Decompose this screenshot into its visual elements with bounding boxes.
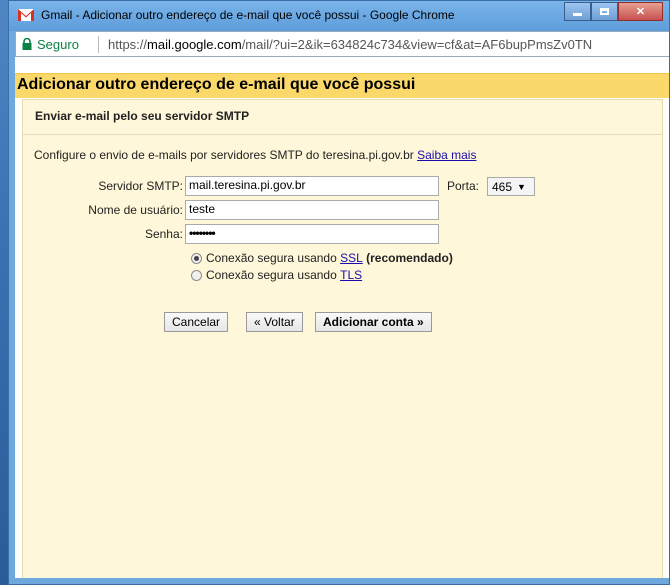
page-title: Adicionar outro endereço de e-mail que v… [17, 76, 416, 93]
ssl-link[interactable]: SSL [340, 251, 363, 265]
ssl-recommended: (recomendado) [366, 251, 453, 265]
username-label: Nome de usuário: [88, 203, 183, 217]
address-bar[interactable]: Seguro https://mail.google.com/mail/?ui=… [15, 31, 669, 57]
password-input[interactable]: •••••••• [185, 224, 439, 244]
url-text[interactable]: https://mail.google.com/mail/?ui=2&ik=63… [108, 37, 592, 52]
title-bar[interactable]: Gmail - Adicionar outro endereço de e-ma… [9, 1, 669, 31]
page-content: Adicionar outro endereço de e-mail que v… [15, 57, 669, 578]
maximize-button[interactable] [591, 2, 618, 21]
port-value: 465 [492, 179, 513, 194]
gmail-icon [18, 9, 34, 21]
dialog-header: Adicionar outro endereço de e-mail que v… [15, 73, 669, 98]
ssl-radio[interactable] [191, 252, 202, 264]
add-account-button[interactable]: Adicionar conta » [315, 312, 432, 332]
minimize-icon [573, 13, 582, 16]
chevron-down-icon: ▼ [517, 181, 526, 192]
tls-radio[interactable] [191, 269, 202, 281]
learn-more-link[interactable]: Saiba mais [417, 148, 476, 162]
username-input[interactable]: teste [185, 200, 439, 220]
minimize-button[interactable] [564, 2, 591, 21]
section-divider [23, 134, 662, 135]
tls-option[interactable]: Conexão segura usando TLS [191, 268, 362, 282]
port-select[interactable]: 465 ▼ [487, 177, 535, 196]
smtp-label: Servidor SMTP: [98, 179, 183, 193]
address-separator [98, 36, 99, 53]
ssl-option[interactable]: Conexão segura usando SSL (recomendado) [191, 251, 453, 265]
password-label: Senha: [144, 227, 183, 241]
window-title: Gmail - Adicionar outro endereço de e-ma… [41, 8, 455, 22]
smtp-panel: Enviar e-mail pelo seu servidor SMTP Con… [22, 99, 663, 578]
ssl-prefix: Conexão segura usando [206, 251, 337, 265]
port-label: Porta: [447, 179, 480, 193]
tls-link[interactable]: TLS [340, 268, 362, 282]
secure-label: Seguro [37, 37, 79, 52]
url-host: mail.google.com [147, 37, 242, 52]
url-prefix: https:// [108, 37, 148, 52]
smtp-server-input[interactable]: mail.teresina.pi.gov.br [185, 176, 439, 196]
lock-icon [22, 38, 32, 50]
close-icon: ✕ [635, 6, 646, 18]
section-title: Enviar e-mail pelo seu servidor SMTP [35, 109, 250, 123]
chrome-popup-window: Gmail - Adicionar outro endereço de e-ma… [8, 0, 670, 585]
close-button[interactable]: ✕ [618, 2, 663, 21]
maximize-icon [600, 8, 609, 15]
back-button[interactable]: « Voltar [246, 312, 303, 332]
cancel-button[interactable]: Cancelar [164, 312, 229, 332]
url-path: /mail/?ui=2&ik=634824c734&view=cf&at=AF6… [241, 37, 593, 52]
description: Configure o envio de e-mails por servido… [34, 148, 476, 162]
tls-prefix: Conexão segura usando [206, 268, 337, 282]
description-text: Configure o envio de e-mails por servido… [34, 148, 414, 162]
